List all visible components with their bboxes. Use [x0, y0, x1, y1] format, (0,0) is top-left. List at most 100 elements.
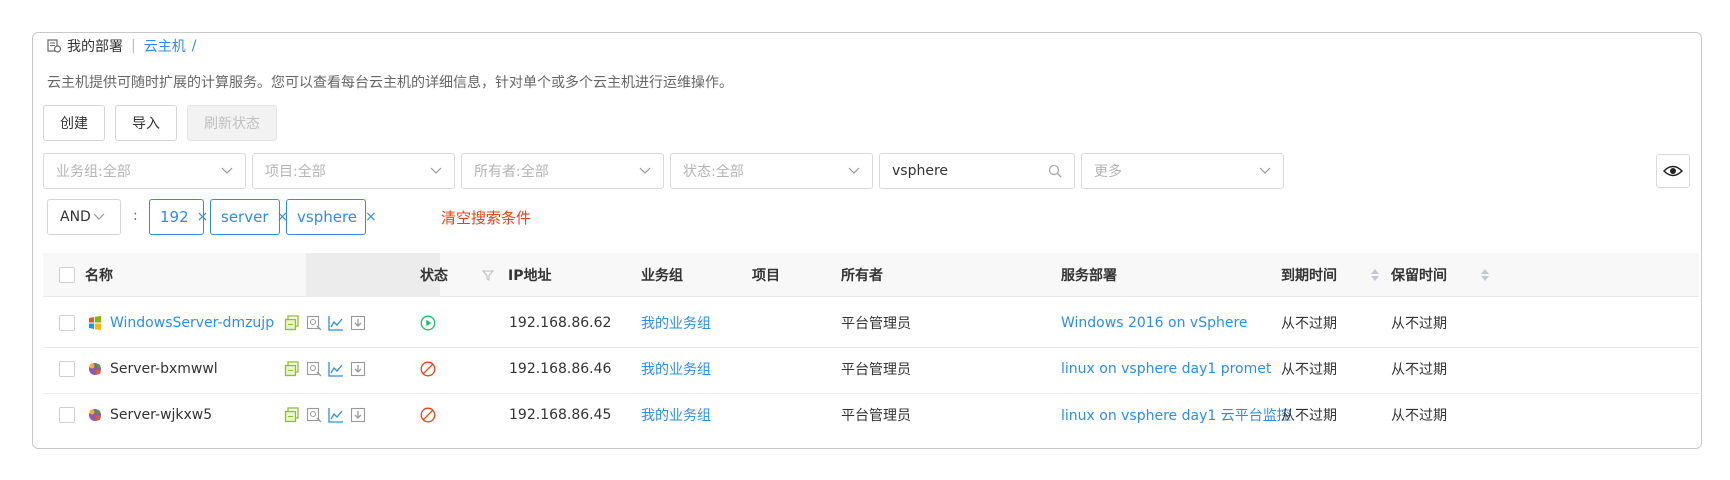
owner-value: 平台管理员: [841, 362, 911, 378]
condition-colon: :: [133, 208, 138, 224]
logic-select[interactable]: AND: [47, 199, 121, 235]
project-column-header: 项目: [752, 268, 780, 284]
project-select[interactable]: 项目:全部: [252, 153, 455, 189]
logic-select-label: AND: [60, 209, 91, 225]
vm-name-link[interactable]: Server-bxmwwl: [110, 344, 218, 394]
import-button[interactable]: 导入: [115, 105, 177, 141]
expire-value: 从不过期: [1281, 316, 1337, 332]
clear-search-link[interactable]: 清空搜索条件: [441, 207, 531, 228]
chevron-down-icon: [430, 167, 442, 174]
search-icon[interactable]: [1048, 164, 1062, 178]
close-icon[interactable]: ×: [365, 209, 377, 225]
owner-select[interactable]: 所有者:全部: [461, 153, 664, 189]
deployment-link[interactable]: Windows 2016 on vSphere: [1061, 298, 1248, 348]
retain-value: 从不过期: [1391, 408, 1447, 424]
owner-value: 平台管理员: [841, 408, 911, 424]
search-input[interactable]: vsphere: [879, 153, 1075, 189]
business-group-link[interactable]: 我的业务组: [641, 298, 711, 348]
chevron-down-icon: [221, 167, 233, 174]
windows-icon: [89, 316, 101, 330]
download-icon[interactable]: [350, 361, 366, 377]
deployment-icon: [47, 39, 61, 53]
monitor-chart-icon[interactable]: [328, 361, 344, 377]
status-column-header[interactable]: 状态: [420, 253, 494, 297]
sort-icon[interactable]: [1371, 269, 1379, 281]
create-button[interactable]: 创建: [43, 105, 105, 141]
table-row[interactable]: Server-bxmwwl 192.168.86.46 我的业务组 平台管理员 …: [43, 344, 1699, 394]
more-filters-select[interactable]: 更多: [1081, 153, 1284, 189]
row-operations: [284, 344, 372, 394]
breadcrumb-slash: /: [191, 38, 197, 54]
close-icon[interactable]: ×: [197, 209, 209, 225]
vm-name-link[interactable]: WindowsServer-dmzujp: [110, 298, 274, 348]
name-column-header[interactable]: 名称: [85, 253, 113, 297]
expire-value: 从不过期: [1281, 408, 1337, 424]
business-group-link[interactable]: 我的业务组: [641, 390, 711, 440]
console-icon[interactable]: [284, 407, 300, 423]
page-description: 云主机提供可随时扩展的计算服务。您可以查看每台云主机的详细信息，针对单个或多个云…: [47, 75, 733, 91]
business-group-select[interactable]: 业务组:全部: [43, 153, 246, 189]
more-filters-label: 更多: [1094, 164, 1122, 180]
server-os-icon: [89, 363, 101, 375]
search-tag: server ×: [210, 199, 288, 235]
snapshot-icon[interactable]: [306, 407, 322, 423]
filter-icon[interactable]: [482, 270, 494, 281]
table-row[interactable]: Server-wjkxw5 192.168.86.45 我的业务组 平台管理员 …: [43, 390, 1699, 440]
chevron-down-icon: [639, 167, 651, 174]
status-select[interactable]: 状态:全部: [670, 153, 873, 189]
deployment-column-header: 服务部署: [1061, 268, 1117, 284]
expire-value: 从不过期: [1281, 362, 1337, 378]
search-tag-label: server: [221, 208, 269, 226]
column-visibility-button[interactable]: [1656, 154, 1690, 188]
row-operations: [284, 298, 372, 348]
sort-icon[interactable]: [1481, 269, 1489, 281]
table-header: 名称 状态 IP地址 业务组 项目 所有者 服务部署 到期时间 保留时间: [43, 253, 1699, 297]
ip-column-header: IP地址: [508, 268, 552, 284]
row-checkbox[interactable]: [59, 315, 75, 331]
download-icon[interactable]: [350, 407, 366, 423]
refresh-status-button[interactable]: 刷新状态: [187, 105, 277, 141]
vm-name-link[interactable]: Server-wjkxw5: [110, 390, 212, 440]
business-group-column-header: 业务组: [641, 268, 683, 284]
breadcrumb: 我的部署 | 云主机 /: [47, 35, 196, 57]
deployment-panel: 我的部署 | 云主机 / 云主机提供可随时扩展的计算服务。您可以查看每台云主机的…: [32, 32, 1702, 449]
stopped-status-icon: [420, 407, 436, 423]
console-icon[interactable]: [284, 315, 300, 331]
retain-value: 从不过期: [1391, 362, 1447, 378]
chevron-down-icon: [1259, 167, 1271, 174]
breadcrumb-divider: |: [131, 38, 136, 54]
row-checkbox[interactable]: [59, 361, 75, 377]
row-checkbox[interactable]: [59, 407, 75, 423]
ip-address: 192.168.86.45: [509, 407, 612, 423]
project-select-label: 项目:全部: [265, 164, 326, 180]
deployment-link[interactable]: linux on vsphere day1 云平台监控: [1061, 390, 1291, 440]
breadcrumb-current[interactable]: 云主机: [144, 36, 186, 56]
owner-column-header: 所有者: [841, 268, 883, 284]
business-group-select-label: 业务组:全部: [56, 164, 131, 180]
monitor-chart-icon[interactable]: [328, 407, 344, 423]
search-input-value: vsphere: [892, 163, 949, 179]
console-icon[interactable]: [284, 361, 300, 377]
deployment-link[interactable]: linux on vsphere day1 prometh…: [1061, 344, 1271, 394]
download-icon[interactable]: [350, 315, 366, 331]
ip-address: 192.168.86.62: [509, 315, 612, 331]
running-status-icon: [420, 315, 436, 331]
monitor-chart-icon[interactable]: [328, 315, 344, 331]
search-tag: 192 ×: [149, 199, 208, 235]
stopped-status-icon: [420, 361, 436, 377]
select-all-checkbox[interactable]: [59, 267, 75, 283]
breadcrumb-root[interactable]: 我的部署: [67, 36, 123, 56]
search-tag-label: vsphere: [297, 208, 358, 226]
search-tag-label: 192: [160, 208, 189, 226]
business-group-link[interactable]: 我的业务组: [641, 344, 711, 394]
search-tag: vsphere ×: [286, 199, 377, 235]
retain-column-header[interactable]: 保留时间: [1391, 253, 1489, 297]
status-select-label: 状态:全部: [683, 164, 744, 180]
snapshot-icon[interactable]: [306, 315, 322, 331]
row-operations: [284, 390, 372, 440]
server-os-icon: [89, 409, 101, 421]
owner-value: 平台管理员: [841, 316, 911, 332]
table-row[interactable]: WindowsServer-dmzujp 192.168.86.62 我的业务组…: [43, 298, 1699, 348]
expire-column-header[interactable]: 到期时间: [1281, 253, 1379, 297]
snapshot-icon[interactable]: [306, 361, 322, 377]
